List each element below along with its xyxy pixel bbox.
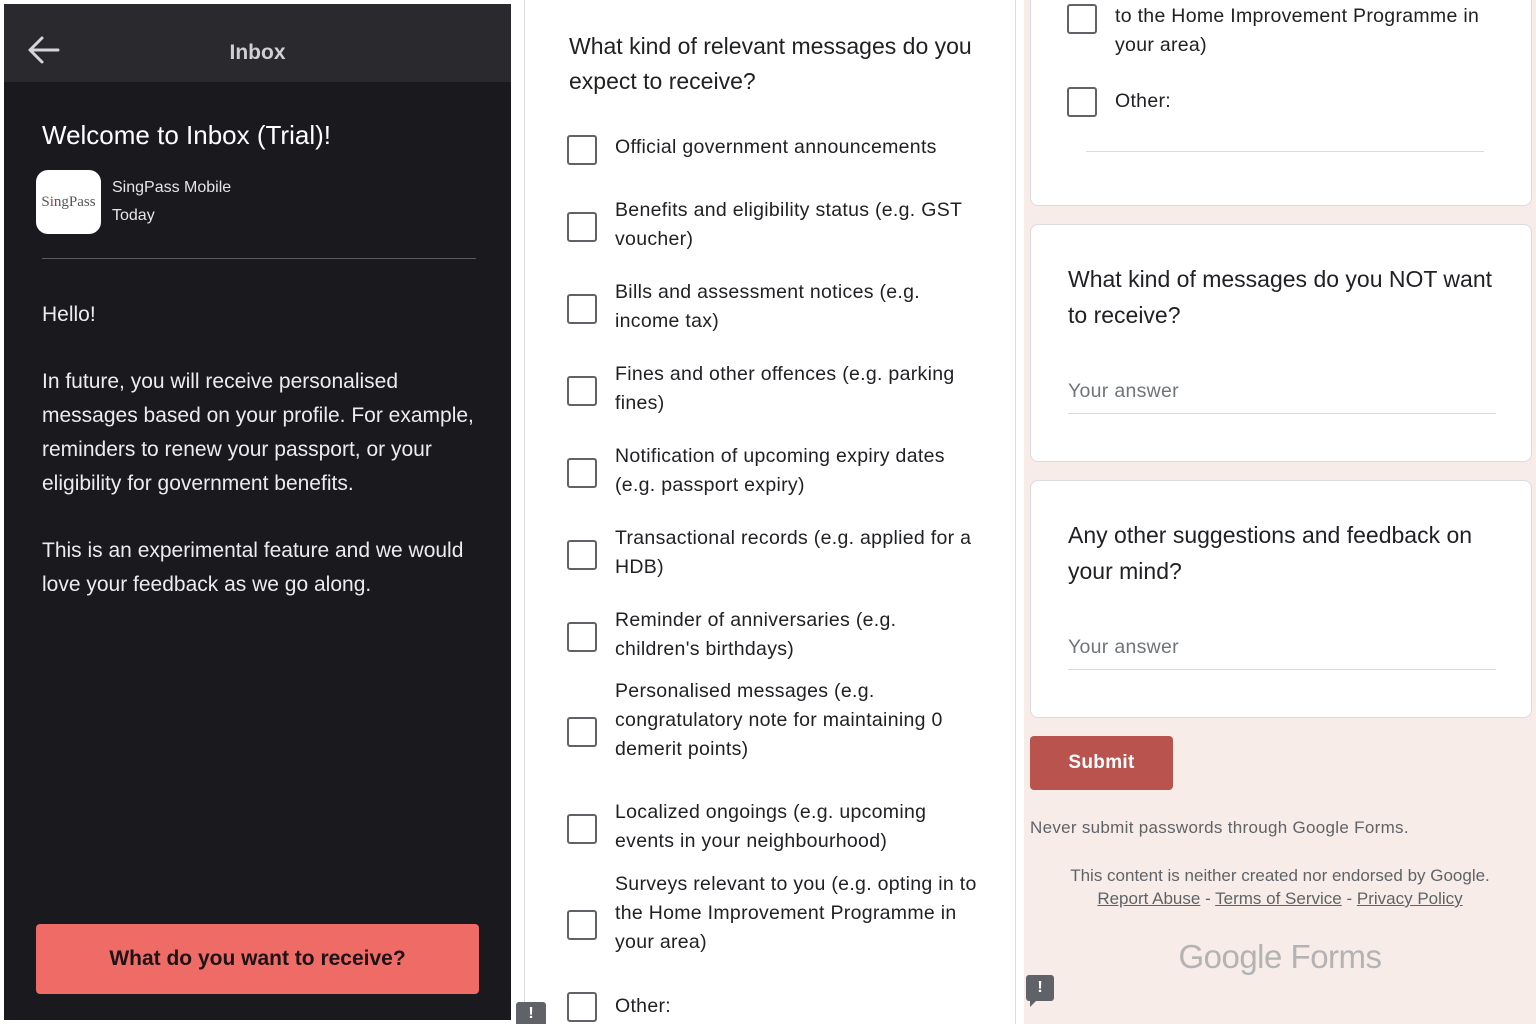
checkbox-label: to the Home Improvement Programme in you…: [1115, 5, 1480, 56]
answer-underline: [1068, 669, 1496, 670]
checkbox[interactable]: [567, 992, 597, 1022]
checkbox-label: Localized ongoings (e.g. upcoming events…: [615, 801, 927, 852]
page-title: Inbox: [229, 41, 286, 64]
report-feedback-icon[interactable]: !: [516, 1002, 546, 1024]
question-title: What kind of relevant messages do you ex…: [569, 33, 972, 94]
checkbox[interactable]: [567, 458, 597, 488]
logo-text: SingPass: [41, 193, 96, 210]
logo-google-text: Google: [1178, 938, 1282, 975]
footer-links: Report Abuse - Terms of Service - Privac…: [1024, 889, 1536, 909]
question-card-continued: to the Home Improvement Programme in you…: [1030, 0, 1532, 206]
checkbox-label: Notification of upcoming expiry dates (e…: [615, 445, 945, 496]
what-do-you-want-to-receive-button[interactable]: What do you want to receive?: [36, 924, 479, 994]
form-panel-continued: to the Home Improvement Programme in you…: [1024, 0, 1536, 1024]
checkbox-label: Bills and assessment notices (e.g. incom…: [615, 281, 921, 332]
checkbox-label: Transactional records (e.g. applied for …: [615, 527, 972, 578]
logo-forms-text: Forms: [1290, 938, 1383, 975]
disclaimer-text: This content is neither created nor endo…: [1070, 866, 1490, 885]
checkbox-label: Surveys relevant to you (e.g. opting in …: [615, 873, 977, 953]
checkbox-label: Other:: [615, 995, 671, 1017]
question-title: Any other suggestions and feedback on yo…: [1068, 522, 1473, 584]
checkbox-label: Other:: [1115, 90, 1171, 112]
checkbox[interactable]: [567, 294, 597, 324]
answer-input[interactable]: Your answer: [1068, 636, 1179, 659]
checkbox[interactable]: [567, 717, 597, 747]
checkbox[interactable]: [567, 212, 597, 242]
message-body-paragraph: This is an experimental feature and we w…: [42, 539, 464, 596]
message-title: Welcome to Inbox (Trial)!: [42, 120, 331, 150]
terms-of-service-link[interactable]: Terms of Service: [1215, 889, 1342, 908]
checkbox-label: Official government announcements: [615, 136, 937, 158]
checkbox-label: Personalised messages (e.g. congratulato…: [615, 680, 943, 760]
checkbox[interactable]: [567, 910, 597, 940]
checkbox[interactable]: [1067, 4, 1097, 34]
message-greeting: Hello!: [42, 303, 96, 326]
link-separator: -: [1200, 889, 1216, 908]
answer-underline: [1068, 413, 1496, 414]
divider: [42, 258, 476, 259]
google-forms-logo[interactable]: Google Forms: [1024, 938, 1536, 976]
inbox-header: Inbox: [4, 4, 511, 82]
message-date: Today: [112, 207, 155, 224]
link-separator: -: [1341, 889, 1357, 908]
privacy-policy-link[interactable]: Privacy Policy: [1357, 889, 1463, 908]
answer-input[interactable]: Your answer: [1068, 380, 1179, 403]
checkbox[interactable]: [567, 622, 597, 652]
sender-name: SingPass Mobile: [112, 179, 232, 196]
checkbox-label: Benefits and eligibility status (e.g. GS…: [615, 199, 962, 250]
checkbox[interactable]: [567, 540, 597, 570]
form-panel-checkboxes: What kind of relevant messages do you ex…: [516, 0, 1024, 1024]
report-feedback-icon[interactable]: !: [1026, 975, 1054, 1007]
checkbox[interactable]: [567, 814, 597, 844]
submit-button[interactable]: Submit: [1030, 736, 1173, 790]
checkbox[interactable]: [567, 376, 597, 406]
checkbox[interactable]: [1067, 87, 1097, 117]
message-body-paragraph: In future, you will receive personalised…: [42, 370, 474, 495]
question-title: What kind of messages do you NOT want to…: [1068, 266, 1492, 328]
question-card-not-want: What kind of messages do you NOT want to…: [1030, 224, 1532, 462]
report-abuse-link[interactable]: Report Abuse: [1097, 889, 1200, 908]
other-text-input[interactable]: [1086, 151, 1484, 152]
inbox-panel: Inbox Welcome to Inbox (Trial)! SingPass…: [4, 4, 511, 1020]
password-warning: Never submit passwords through Google Fo…: [1030, 818, 1409, 837]
question-card: What kind of relevant messages do you ex…: [524, 0, 1016, 1024]
checkbox-label: Fines and other offences (e.g. parking f…: [615, 363, 955, 414]
checkbox[interactable]: [567, 135, 597, 165]
singpass-logo: SingPass: [36, 170, 101, 234]
checkbox-label: Reminder of anniversaries (e.g. children…: [615, 609, 897, 660]
question-card-suggestions: Any other suggestions and feedback on yo…: [1030, 480, 1532, 718]
